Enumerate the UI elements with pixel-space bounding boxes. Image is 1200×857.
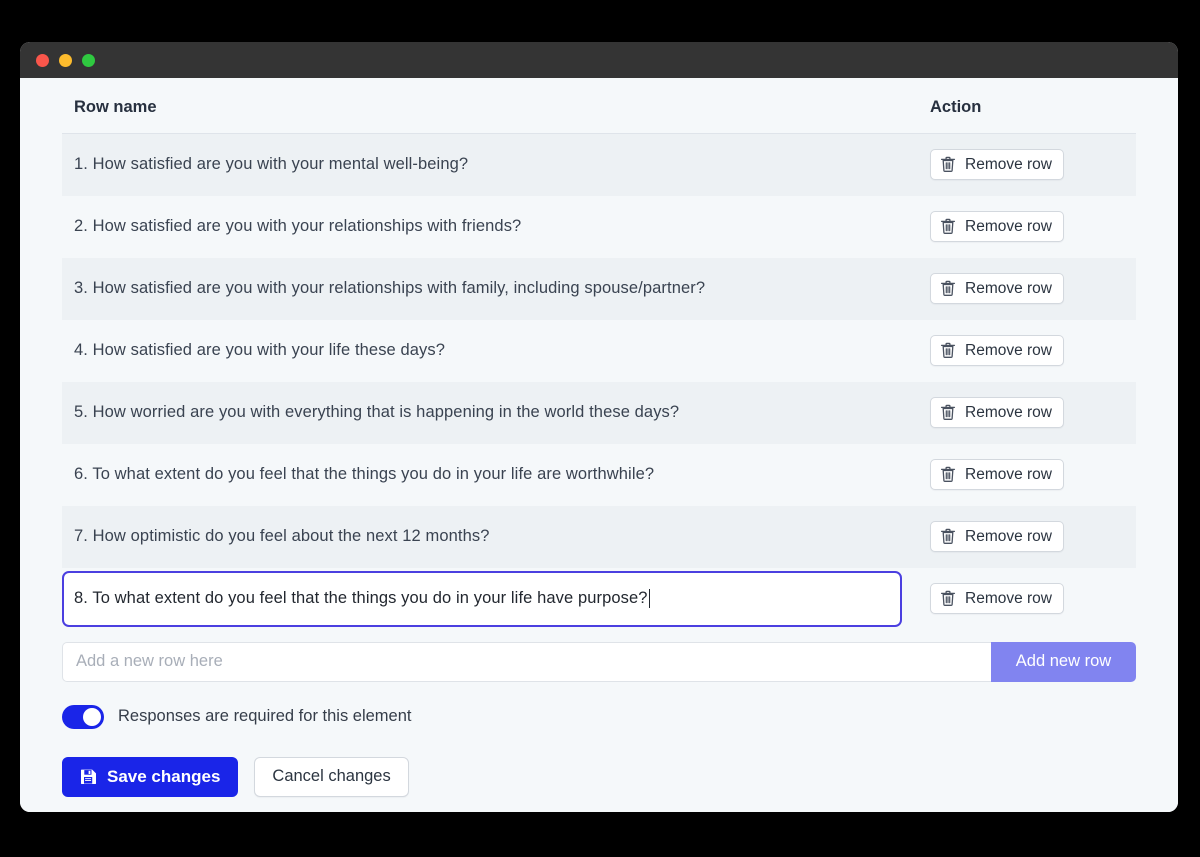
row-action-cell: Remove row — [912, 320, 1136, 382]
table-row: 6. To what extent do you feel that the t… — [62, 443, 1136, 506]
cancel-changes-button[interactable]: Cancel changes — [254, 756, 409, 797]
app-window: Row name Action 1. How satisfied are you… — [20, 42, 1178, 812]
maximize-window-button[interactable] — [82, 53, 95, 67]
add-row-group: Add new row — [62, 641, 1136, 682]
row-name-edit-cell: 8. To what extent do you feel that the t… — [62, 568, 912, 630]
main-content: Row name Action 1. How satisfied are you… — [20, 78, 1178, 812]
row-name-text: 2. How satisfied are you with your relat… — [74, 217, 522, 235]
required-toggle-row: Responses are required for this element — [62, 704, 1136, 729]
remove-row-label: Remove row — [965, 341, 1052, 359]
row-name-text: 5. How worried are you with everything t… — [74, 403, 680, 421]
add-new-row-button[interactable]: Add new row — [991, 641, 1136, 682]
column-header-row-name: Row name — [62, 80, 912, 134]
save-changes-label: Save changes — [107, 766, 221, 786]
remove-row-button[interactable]: Remove row — [930, 583, 1064, 614]
text-caret — [648, 589, 650, 608]
trash-icon — [940, 404, 956, 421]
table-row: 2. How satisfied are you with your relat… — [62, 195, 1136, 258]
row-name-text: 6. To what extent do you feel that the t… — [74, 465, 655, 483]
remove-row-label: Remove row — [965, 589, 1052, 607]
remove-row-button[interactable]: Remove row — [930, 397, 1064, 428]
window-titlebar — [20, 42, 1178, 78]
row-action-cell: Remove row — [912, 506, 1136, 568]
row-name-input-value: 8. To what extent do you feel that the t… — [74, 589, 648, 607]
required-responses-toggle[interactable] — [62, 704, 104, 729]
required-responses-label: Responses are required for this element — [118, 707, 412, 725]
remove-row-label: Remove row — [965, 527, 1052, 545]
save-floppy-icon — [80, 768, 97, 785]
trash-icon — [940, 342, 956, 359]
table-row: 5. How worried are you with everything t… — [62, 381, 1136, 444]
row-action-cell: Remove row — [912, 444, 1136, 506]
save-changes-button[interactable]: Save changes — [62, 756, 239, 797]
table-body: 1. How satisfied are you with your menta… — [62, 133, 1136, 630]
table-row: 7. How optimistic do you feel about the … — [62, 505, 1136, 568]
remove-row-label: Remove row — [965, 279, 1052, 297]
row-name-text: 4. How satisfied are you with your life … — [74, 341, 446, 359]
remove-row-button[interactable]: Remove row — [930, 521, 1064, 552]
toggle-knob — [83, 707, 101, 726]
table-row: 3. How satisfied are you with your relat… — [62, 257, 1136, 320]
rows-table: Row name Action 1. How satisfied are you… — [62, 80, 1136, 630]
trash-icon — [940, 156, 956, 173]
trash-icon — [940, 528, 956, 545]
remove-row-label: Remove row — [965, 155, 1052, 173]
trash-icon — [940, 280, 956, 297]
remove-row-label: Remove row — [965, 217, 1052, 235]
row-name-text: 3. How satisfied are you with your relat… — [74, 279, 706, 297]
row-action-cell: Remove row — [912, 134, 1136, 196]
remove-row-button[interactable]: Remove row — [930, 149, 1064, 181]
row-action-cell: Remove row — [912, 196, 1136, 258]
row-name-cell: 5. How worried are you with everything t… — [62, 382, 912, 444]
row-name-cell: 7. How optimistic do you feel about the … — [62, 506, 912, 568]
trash-icon — [940, 466, 956, 483]
table-row: 8. To what extent do you feel that the t… — [62, 567, 1136, 630]
row-name-text: 7. How optimistic do you feel about the … — [74, 527, 490, 545]
table-row: 4. How satisfied are you with your life … — [62, 319, 1136, 382]
row-action-cell: Remove row — [912, 258, 1136, 320]
row-name-cell: 6. To what extent do you feel that the t… — [62, 444, 912, 506]
row-name-cell: 3. How satisfied are you with your relat… — [62, 258, 912, 320]
footer-actions: Save changes Cancel changes — [62, 756, 1136, 797]
row-name-input[interactable]: 8. To what extent do you feel that the t… — [62, 570, 902, 627]
minimize-window-button[interactable] — [59, 53, 72, 67]
row-name-cell: 2. How satisfied are you with your relat… — [62, 196, 912, 258]
table-header-row: Row name Action — [62, 80, 1136, 134]
table-head: Row name Action — [62, 80, 1136, 134]
row-name-text: 1. How satisfied are you with your menta… — [74, 155, 469, 174]
row-action-cell: Remove row — [912, 382, 1136, 444]
row-name-cell: 4. How satisfied are you with your life … — [62, 320, 912, 382]
trash-icon — [940, 218, 956, 235]
close-window-button[interactable] — [36, 53, 49, 67]
row-name-cell: 1. How satisfied are you with your menta… — [62, 134, 912, 196]
remove-row-button[interactable]: Remove row — [930, 459, 1064, 490]
remove-row-label: Remove row — [965, 465, 1052, 483]
column-header-action: Action — [912, 80, 1136, 134]
trash-icon — [940, 590, 956, 607]
add-row-input[interactable] — [62, 641, 991, 682]
remove-row-label: Remove row — [965, 403, 1052, 421]
table-row: 1. How satisfied are you with your menta… — [62, 133, 1136, 196]
remove-row-button[interactable]: Remove row — [930, 273, 1064, 304]
row-action-cell: Remove row — [912, 568, 1136, 630]
remove-row-button[interactable]: Remove row — [930, 211, 1064, 242]
remove-row-button[interactable]: Remove row — [930, 335, 1064, 366]
